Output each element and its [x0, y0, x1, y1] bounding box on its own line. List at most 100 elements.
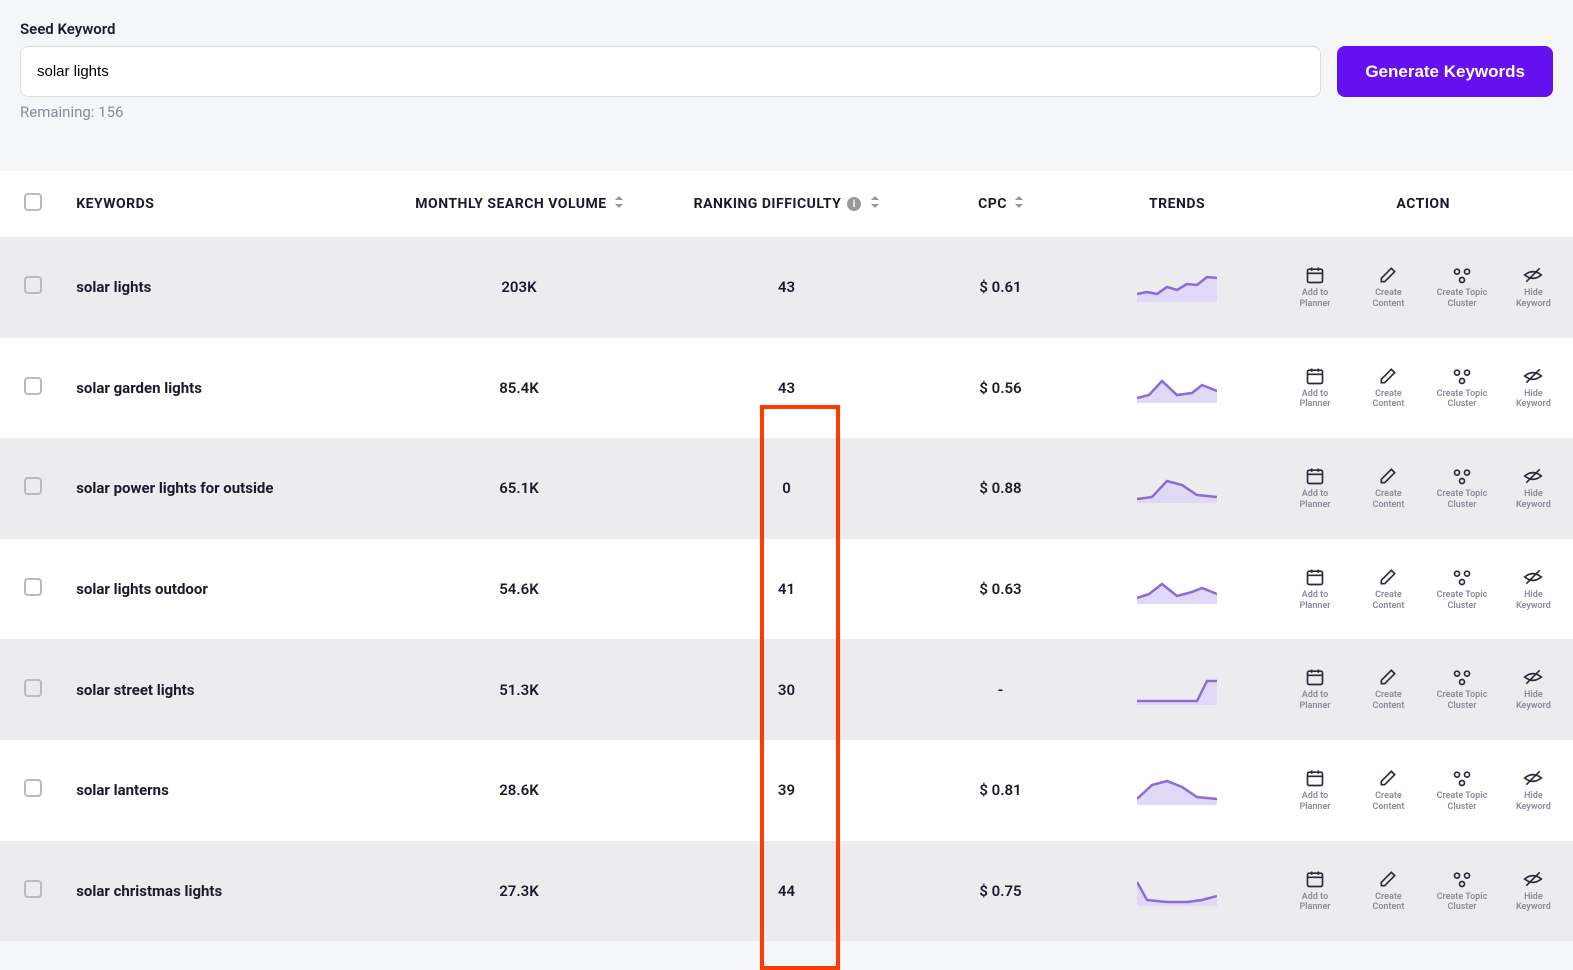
- create-topic-cluster-button[interactable]: Create Topic Cluster: [1432, 567, 1492, 612]
- column-volume[interactable]: MONTHLY SEARCH VOLUME: [385, 171, 653, 237]
- create-topic-cluster-button[interactable]: Create Topic Cluster: [1432, 768, 1492, 813]
- action-cell: Add to Planner Create Content Create Top…: [1273, 740, 1573, 841]
- difficulty-cell: 43: [653, 338, 921, 439]
- add-to-planner-button[interactable]: Add to Planner: [1285, 869, 1344, 914]
- cpc-cell: $ 0.88: [920, 438, 1081, 539]
- create-topic-cluster-button[interactable]: Create Topic Cluster: [1432, 667, 1492, 712]
- sort-icon: [615, 196, 623, 212]
- row-checkbox[interactable]: [24, 276, 42, 294]
- create-content-button[interactable]: Create Content: [1359, 265, 1419, 310]
- add-to-planner-button[interactable]: Add to Planner: [1285, 466, 1344, 511]
- hide-keyword-button[interactable]: Hide Keyword: [1506, 768, 1561, 813]
- volume-cell: 28.6K: [385, 740, 653, 841]
- hide-icon: [1523, 667, 1543, 687]
- row-checkbox[interactable]: [24, 880, 42, 898]
- trend-cell: [1081, 841, 1274, 942]
- create-topic-cluster-button[interactable]: Create Topic Cluster: [1432, 265, 1492, 310]
- create-topic-cluster-button[interactable]: Create Topic Cluster: [1432, 466, 1492, 511]
- hide-keyword-button[interactable]: Hide Keyword: [1506, 466, 1561, 511]
- difficulty-cell: 0: [653, 438, 921, 539]
- keyword-cell: solar lanterns: [64, 740, 385, 841]
- hide-keyword-button[interactable]: Hide Keyword: [1506, 667, 1561, 712]
- hide-keyword-button[interactable]: Hide Keyword: [1506, 366, 1561, 411]
- difficulty-cell: 39: [653, 740, 921, 841]
- cluster-icon: [1452, 567, 1472, 587]
- volume-cell: 27.3K: [385, 841, 653, 942]
- edit-icon: [1378, 466, 1398, 486]
- calendar-icon: [1305, 869, 1325, 889]
- hide-keyword-button[interactable]: Hide Keyword: [1506, 265, 1561, 310]
- cpc-cell: $ 0.75: [920, 841, 1081, 942]
- keywords-table: KEYWORDS MONTHLY SEARCH VOLUME RANKING D…: [0, 171, 1573, 941]
- volume-cell: 65.1K: [385, 438, 653, 539]
- keyword-cell: solar lights: [64, 237, 385, 338]
- add-to-planner-button[interactable]: Add to Planner: [1285, 265, 1344, 310]
- create-content-button[interactable]: Create Content: [1359, 869, 1419, 914]
- create-content-button[interactable]: Create Content: [1359, 667, 1419, 712]
- action-cell: Add to Planner Create Content Create Top…: [1273, 639, 1573, 740]
- edit-icon: [1378, 768, 1398, 788]
- edit-icon: [1378, 366, 1398, 386]
- create-topic-cluster-button[interactable]: Create Topic Cluster: [1432, 366, 1492, 411]
- column-trends: TRENDS: [1081, 171, 1274, 237]
- create-topic-cluster-button[interactable]: Create Topic Cluster: [1432, 869, 1492, 914]
- hide-keyword-button[interactable]: Hide Keyword: [1506, 567, 1561, 612]
- trend-cell: [1081, 438, 1274, 539]
- seed-keyword-input[interactable]: [20, 46, 1321, 97]
- edit-icon: [1378, 265, 1398, 285]
- select-all-checkbox[interactable]: [24, 193, 42, 211]
- trend-cell: [1081, 237, 1274, 338]
- add-to-planner-button[interactable]: Add to Planner: [1285, 567, 1344, 612]
- action-cell: Add to Planner Create Content Create Top…: [1273, 539, 1573, 640]
- hide-keyword-button[interactable]: Hide Keyword: [1506, 869, 1561, 914]
- cluster-icon: [1452, 466, 1472, 486]
- table-row: solar garden lights 85.4K 43 $ 0.56 Add …: [0, 338, 1573, 439]
- volume-cell: 54.6K: [385, 539, 653, 640]
- create-content-button[interactable]: Create Content: [1359, 567, 1419, 612]
- calendar-icon: [1305, 366, 1325, 386]
- table-row: solar lanterns 28.6K 39 $ 0.81 Add to Pl…: [0, 740, 1573, 841]
- column-difficulty[interactable]: RANKING DIFFICULTY i: [653, 171, 921, 237]
- create-content-button[interactable]: Create Content: [1359, 466, 1419, 511]
- cluster-icon: [1452, 366, 1472, 386]
- table-row: solar street lights 51.3K 30 - Add to Pl…: [0, 639, 1573, 740]
- row-checkbox[interactable]: [24, 477, 42, 495]
- create-content-button[interactable]: Create Content: [1359, 768, 1419, 813]
- table-row: solar power lights for outside 65.1K 0 $…: [0, 438, 1573, 539]
- trend-cell: [1081, 338, 1274, 439]
- row-checkbox[interactable]: [24, 578, 42, 596]
- table-row: solar christmas lights 27.3K 44 $ 0.75 A…: [0, 841, 1573, 942]
- keyword-cell: solar power lights for outside: [64, 438, 385, 539]
- info-icon[interactable]: i: [847, 197, 861, 211]
- hide-icon: [1523, 466, 1543, 486]
- cpc-cell: $ 0.56: [920, 338, 1081, 439]
- add-to-planner-button[interactable]: Add to Planner: [1285, 366, 1344, 411]
- remaining-count: Remaining: 156: [20, 103, 1553, 121]
- cpc-cell: $ 0.63: [920, 539, 1081, 640]
- row-checkbox[interactable]: [24, 779, 42, 797]
- column-cpc[interactable]: CPC: [920, 171, 1081, 237]
- trend-cell: [1081, 740, 1274, 841]
- add-to-planner-button[interactable]: Add to Planner: [1285, 768, 1344, 813]
- generate-keywords-button[interactable]: Generate Keywords: [1337, 46, 1553, 97]
- calendar-icon: [1305, 667, 1325, 687]
- cpc-cell: $ 0.81: [920, 740, 1081, 841]
- table-row: solar lights 203K 43 $ 0.61 Add to Plann…: [0, 237, 1573, 338]
- cluster-icon: [1452, 768, 1472, 788]
- sort-icon: [1015, 196, 1023, 212]
- calendar-icon: [1305, 466, 1325, 486]
- column-action: ACTION: [1273, 171, 1573, 237]
- edit-icon: [1378, 869, 1398, 889]
- edit-icon: [1378, 567, 1398, 587]
- seed-keyword-label: Seed Keyword: [20, 20, 1553, 38]
- action-cell: Add to Planner Create Content Create Top…: [1273, 338, 1573, 439]
- hide-icon: [1523, 567, 1543, 587]
- create-content-button[interactable]: Create Content: [1359, 366, 1419, 411]
- column-keywords[interactable]: KEYWORDS: [64, 171, 385, 237]
- trend-cell: [1081, 539, 1274, 640]
- sort-icon: [871, 196, 879, 212]
- table-row: solar lights outdoor 54.6K 41 $ 0.63 Add…: [0, 539, 1573, 640]
- row-checkbox[interactable]: [24, 679, 42, 697]
- add-to-planner-button[interactable]: Add to Planner: [1285, 667, 1344, 712]
- row-checkbox[interactable]: [24, 377, 42, 395]
